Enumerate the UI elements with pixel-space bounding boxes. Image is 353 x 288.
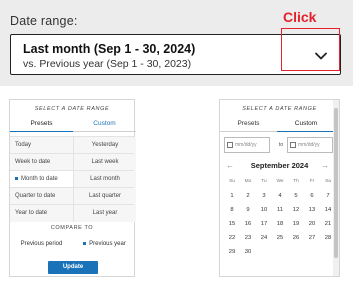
preset-week-to-date[interactable]: Week to date (10, 154, 73, 171)
calendar-day[interactable]: 23 (240, 231, 256, 245)
preset-year-to-date[interactable]: Year to date (10, 205, 73, 222)
calendar-day[interactable]: 24 (256, 231, 272, 245)
preset-row: Year to date Last year (10, 204, 136, 222)
calendar-day[interactable]: 6 (304, 189, 320, 203)
weekday-header: Su (229, 179, 235, 184)
panel-scrollbar[interactable] (333, 100, 339, 276)
calendar-day[interactable]: 16 (240, 217, 256, 231)
weekday-header: Th (293, 179, 299, 184)
calendar-day[interactable]: 25 (272, 231, 288, 245)
start-date-input[interactable]: mm/dd/yy (224, 137, 270, 153)
calendar-day[interactable]: 13 (304, 203, 320, 217)
compare-previous-year[interactable]: Previous year (73, 236, 136, 253)
calendar-day[interactable]: 2 (240, 189, 256, 203)
date-range-selected: Last month (Sep 1 - 30, 2024) (23, 42, 196, 56)
selected-dot-icon (15, 176, 18, 180)
compare-options: Previous period Previous year (10, 236, 134, 253)
weekday-header: Mo (244, 179, 252, 184)
month-header: ← September 2024 → (220, 160, 339, 172)
calendar-day[interactable]: 15 (224, 217, 240, 231)
presets-panel: SELECT A DATE RANGE Presets Custom Today… (9, 99, 136, 277)
weekday-header: We (276, 179, 284, 184)
calendar-day[interactable]: 5 (288, 189, 304, 203)
preset-quarter-to-date[interactable]: Quarter to date (10, 188, 73, 205)
weekday-header: Fr (309, 179, 315, 184)
panel-tabs: Presets Custom (220, 118, 339, 132)
update-button[interactable]: Update (48, 261, 98, 274)
click-highlight-box (281, 28, 340, 71)
tab-presets[interactable]: Presets (10, 118, 73, 132)
preset-label: Month to date (21, 176, 58, 182)
date-range-comparison: vs. Previous year (Sep 1 - 30, 2023) (23, 58, 192, 70)
tab-presets[interactable]: Presets (220, 118, 277, 132)
preset-last-quarter[interactable]: Last quarter (73, 188, 136, 205)
compare-to-title: COMPARE TO (50, 225, 94, 231)
calendar-day[interactable]: 10 (256, 203, 272, 217)
preset-last-week[interactable]: Last week (73, 154, 136, 171)
preset-today[interactable]: Today (10, 137, 73, 154)
panel-tabs: Presets Custom (10, 118, 136, 132)
calendar-day[interactable]: 8 (224, 203, 240, 217)
panel-title: SELECT A DATE RANGE (34, 106, 110, 112)
calendar-day[interactable]: 3 (256, 189, 272, 203)
preset-row: Quarter to date Last quarter (10, 187, 136, 205)
preset-row: Today Yesterday (10, 136, 136, 154)
scrollbar-thumb[interactable] (334, 108, 338, 258)
preset-month-to-date[interactable]: Month to date (10, 171, 73, 188)
calendar-day[interactable]: 1 (224, 189, 240, 203)
calendar-day[interactable]: 30 (240, 245, 256, 259)
preset-yesterday[interactable]: Yesterday (73, 137, 136, 154)
preset-row: Month to date Last month (10, 170, 136, 188)
click-annotation: Click (283, 9, 317, 25)
calendar-day[interactable]: 22 (224, 231, 240, 245)
calendar-day[interactable]: 9 (240, 203, 256, 217)
calendar-day[interactable]: 29 (224, 245, 240, 259)
selected-dot-icon (83, 241, 87, 245)
date-range-label: Date range: (10, 14, 78, 28)
calendar-day[interactable]: 26 (288, 231, 304, 245)
panel-title: SELECT A DATE RANGE (242, 106, 317, 112)
weekday-header: Tu (261, 179, 267, 184)
next-month-arrow-icon[interactable]: → (321, 160, 329, 172)
preset-last-year[interactable]: Last year (73, 205, 136, 222)
calendar-icon (227, 142, 233, 148)
compare-previous-period[interactable]: Previous period (10, 236, 73, 253)
custom-date-inputs: mm/dd/yy to mm/dd/yy (224, 137, 337, 153)
start-date-placeholder: mm/dd/yy (235, 142, 257, 148)
preset-row: Week to date Last week (10, 153, 136, 171)
tab-custom[interactable]: Custom (73, 118, 136, 132)
calendar-day[interactable]: 20 (304, 217, 320, 231)
calendar-day[interactable]: 18 (272, 217, 288, 231)
calendar-day[interactable]: 12 (288, 203, 304, 217)
calendar-day[interactable]: 27 (304, 231, 320, 245)
calendar-day[interactable]: 4 (272, 189, 288, 203)
calendar-day[interactable]: 17 (256, 217, 272, 231)
compare-label: Previous year (89, 241, 126, 247)
to-label: to (278, 142, 284, 148)
end-date-input[interactable]: mm/dd/yy (287, 137, 333, 153)
end-date-placeholder: mm/dd/yy (298, 142, 320, 148)
preset-last-month[interactable]: Last month (73, 171, 136, 188)
custom-panel: SELECT A DATE RANGE Presets Custom mm/dd… (219, 99, 340, 277)
calendar-day[interactable]: 19 (288, 217, 304, 231)
calendar-icon (290, 142, 296, 148)
chevron-down-icon[interactable] (315, 52, 327, 60)
calendar-day[interactable]: 11 (272, 203, 288, 217)
tab-custom[interactable]: Custom (277, 118, 335, 132)
